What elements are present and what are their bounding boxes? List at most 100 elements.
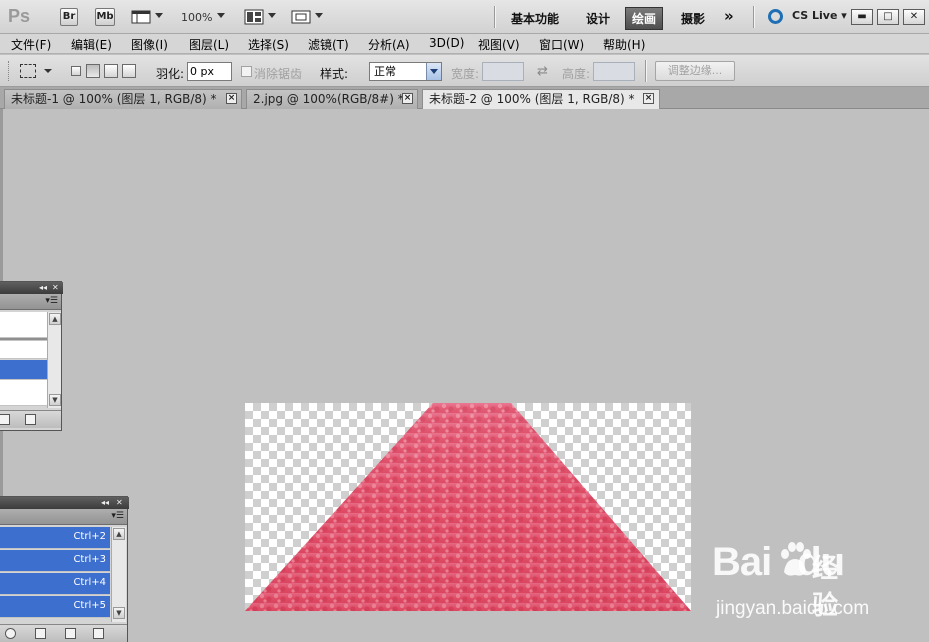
view-extras-icon[interactable] [131, 9, 151, 25]
collapse-icon[interactable]: ◂◂ [101, 498, 109, 507]
scroll-down-icon[interactable]: ▼ [113, 607, 125, 619]
application-bar: Ps Br Mb 100% 基本功能 设计 绘画 摄影 » CS Live ▾ … [0, 0, 929, 34]
close-icon[interactable]: ✕ [116, 498, 123, 507]
menu-select[interactable]: 选择(S) [248, 36, 289, 53]
screen-mode-caret[interactable] [315, 13, 323, 18]
feather-label: 羽化: [156, 67, 185, 81]
mini-bridge-button[interactable]: Mb [95, 8, 115, 26]
screen-mode-icon[interactable] [291, 9, 311, 25]
panel-menu-icon[interactable]: ▾☰ [111, 511, 124, 521]
divider [645, 60, 647, 82]
panel-menu-icon[interactable]: ▾☰ [45, 296, 58, 306]
zoom-caret[interactable] [217, 13, 225, 18]
view-extras-caret[interactable] [155, 13, 163, 18]
menu-bar: 文件(F) 编辑(E) 图像(I) 图层(L) 选择(S) 滤镜(T) 分析(A… [0, 34, 929, 54]
minimize-button[interactable]: ▬ [851, 9, 873, 25]
tab-untitled-2[interactable]: 未标题-2 @ 100% (图层 1, RGB/8) * × [422, 89, 660, 110]
add-selection-icon[interactable] [86, 64, 100, 78]
feather-input[interactable] [187, 62, 232, 81]
options-grip[interactable] [8, 61, 11, 81]
trash-icon[interactable] [25, 414, 36, 425]
tab-untitled-1[interactable]: 未标题-1 @ 100% (图层 1, RGB/8) * × [4, 89, 242, 109]
document-canvas[interactable] [245, 403, 691, 611]
channel-row[interactable]: Ctrl+3 [0, 550, 110, 572]
list-item[interactable] [0, 312, 47, 338]
load-selection-icon[interactable] [5, 628, 16, 639]
width-input[interactable] [482, 62, 524, 81]
close-icon[interactable]: × [226, 93, 237, 104]
scroll-down-icon[interactable]: ▼ [49, 394, 61, 406]
menu-window[interactable]: 窗口(W) [539, 36, 584, 53]
antialias-checkbox[interactable] [241, 66, 252, 77]
list-item[interactable] [0, 380, 47, 406]
scroll-up-icon[interactable]: ▲ [113, 528, 125, 540]
close-icon[interactable]: × [402, 93, 413, 104]
panel-title-bar[interactable]: ◂◂ ✕ [0, 497, 129, 509]
watermark-brand-part1: Bai [712, 540, 772, 584]
close-icon[interactable]: × [643, 93, 654, 104]
restore-button[interactable]: □ [877, 9, 899, 25]
close-icon[interactable]: ✕ [52, 283, 59, 292]
subtract-selection-icon[interactable] [104, 64, 118, 78]
cs-live-icon [768, 9, 783, 24]
intersect-selection-icon[interactable] [122, 64, 136, 78]
close-button[interactable]: ✕ [903, 9, 925, 25]
channel-row[interactable]: Ctrl+4 [0, 573, 110, 595]
menu-help[interactable]: 帮助(H) [603, 36, 645, 53]
menu-3d[interactable]: 3D(D) [429, 36, 464, 50]
document-tab-bar: 未标题-1 @ 100% (图层 1, RGB/8) * × 2.jpg @ 1… [0, 87, 929, 110]
rect-marquee-icon[interactable] [20, 64, 36, 78]
workspace-photography[interactable]: 摄影 [681, 10, 705, 27]
tab-label: 未标题-1 @ 100% (图层 1, RGB/8) * [11, 92, 217, 106]
workspace-painting[interactable]: 绘画 [625, 7, 664, 30]
scrollbar[interactable]: ▲ ▼ [47, 312, 61, 408]
chevron-down-icon[interactable] [426, 63, 441, 80]
menu-edit[interactable]: 编辑(E) [71, 36, 112, 53]
menu-filter[interactable]: 滤镜(T) [308, 36, 349, 53]
tab-2-jpg[interactable]: 2.jpg @ 100%(RGB/8#) * × [246, 89, 418, 109]
list-item[interactable] [0, 341, 47, 359]
scrollbar[interactable]: ▲ ▼ [111, 527, 126, 622]
refine-edge-button[interactable]: 调整边缘... [655, 61, 735, 81]
scroll-up-icon[interactable]: ▲ [49, 313, 61, 325]
menu-layer[interactable]: 图层(L) [189, 36, 229, 53]
tab-label: 2.jpg @ 100%(RGB/8#) * [253, 92, 404, 106]
options-bar: 羽化: 消除锯齿 样式: 正常 宽度: ⇄ 高度: 调整边缘... [0, 55, 929, 87]
channel-row[interactable]: Ctrl+2 [0, 527, 110, 549]
arrange-caret[interactable] [268, 13, 276, 18]
menu-analysis[interactable]: 分析(A) [368, 36, 410, 53]
rose-petal-road-image [245, 403, 691, 611]
new-channel-icon[interactable] [65, 628, 76, 639]
channel-shortcut: Ctrl+2 [73, 531, 106, 542]
cs-live-button[interactable]: CS Live ▾ [792, 9, 847, 22]
style-label: 样式: [320, 67, 349, 81]
panel-tab-row: ▾☰ [0, 509, 127, 525]
channel-row[interactable]: Ctrl+5 [0, 596, 110, 618]
style-select[interactable]: 正常 [369, 62, 442, 81]
menu-file[interactable]: 文件(F) [11, 36, 51, 53]
list-item-selected[interactable] [0, 360, 47, 380]
tool-preset-caret[interactable] [44, 69, 52, 73]
baidu-paw-icon [781, 542, 811, 576]
bridge-button[interactable]: Br [60, 8, 78, 26]
panel-tab-row: ▾☰ [0, 294, 61, 310]
height-input[interactable] [593, 62, 635, 81]
save-selection-icon[interactable] [35, 628, 46, 639]
swap-dimensions-icon[interactable]: ⇄ [537, 64, 548, 79]
new-selection-icon[interactable] [71, 66, 81, 76]
divider [494, 6, 496, 28]
menu-view[interactable]: 视图(V) [478, 36, 520, 53]
workspace-design[interactable]: 设计 [586, 10, 610, 27]
workspace-essentials[interactable]: 基本功能 [511, 10, 559, 27]
arrange-documents-icon[interactable] [244, 9, 264, 25]
menu-image[interactable]: 图像(I) [131, 36, 168, 53]
panel-title-bar[interactable]: ◂◂ ✕ [0, 282, 63, 294]
collapse-icon[interactable]: ◂◂ [39, 283, 47, 292]
new-layer-icon[interactable] [0, 414, 10, 425]
watermark-url: jingyan.baidu.com [716, 598, 870, 619]
zoom-level[interactable]: 100% [181, 11, 212, 24]
more-workspaces-icon[interactable]: » [724, 7, 734, 25]
channel-shortcut: Ctrl+3 [73, 554, 106, 565]
channel-shortcut: Ctrl+5 [73, 600, 106, 611]
trash-icon[interactable] [93, 628, 104, 639]
